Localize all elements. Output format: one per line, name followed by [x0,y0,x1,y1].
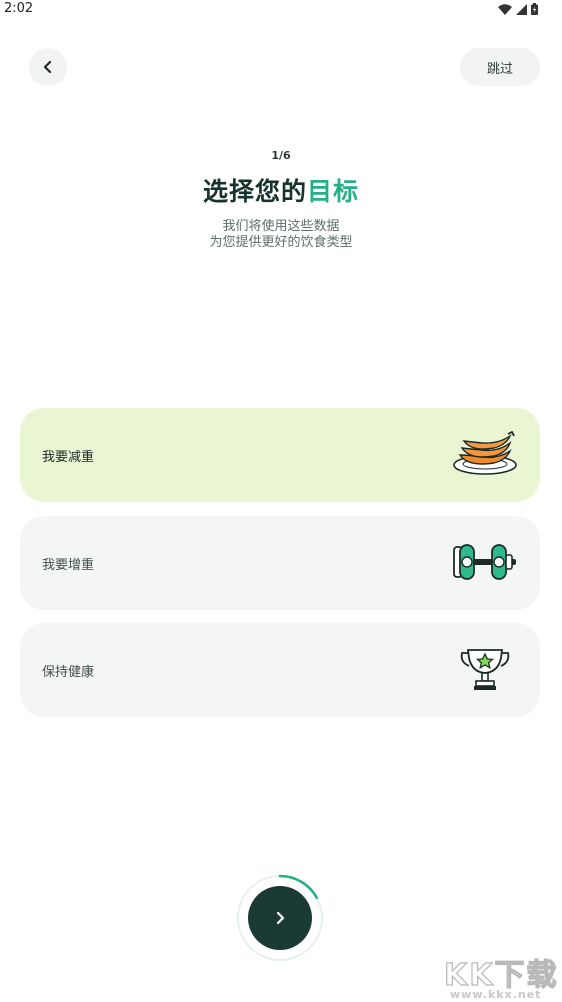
subtitle-line-1: 我们将使用这些数据 [222,219,340,234]
status-time: 2:02 [4,1,34,16]
chevron-right-icon [276,911,285,925]
page-title: 选择您的目标 [0,172,562,208]
title-accent: 目标 [307,177,360,206]
page-subtitle: 我们将使用这些数据 为您提供更好的饮食类型 [0,219,562,251]
battery-icon [531,3,538,15]
next-button-wrapper [236,874,324,962]
goal-option-label: 我要增重 [42,558,95,573]
watermark: KK下载 www.kkx.net [443,950,562,1002]
title-main: 选择您的 [202,177,307,206]
goal-option-gain-weight[interactable]: 我要增重 [20,516,540,610]
step-indicator: 1/6 [271,149,291,162]
goal-option-lose-weight[interactable]: 我要减重 [20,408,540,502]
next-button[interactable] [248,886,312,950]
cell-signal-icon [516,3,527,15]
status-bar: 2:02 [0,0,562,20]
dumbbell-icon [453,544,516,580]
status-icons [498,3,538,15]
watermark-url: www.kkx.net [450,988,542,1001]
banana-plate-icon [453,431,517,475]
trophy-icon [460,649,510,690]
wifi-icon [498,3,512,15]
skip-button[interactable]: 跳过 [460,48,540,86]
goal-option-label: 保持健康 [42,665,95,680]
subtitle-line-2: 为您提供更好的饮食类型 [209,235,353,250]
goal-option-stay-healthy[interactable]: 保持健康 [20,623,540,717]
chevron-left-icon [43,60,52,74]
back-button[interactable] [29,48,67,86]
goal-option-label: 我要减重 [42,450,95,465]
